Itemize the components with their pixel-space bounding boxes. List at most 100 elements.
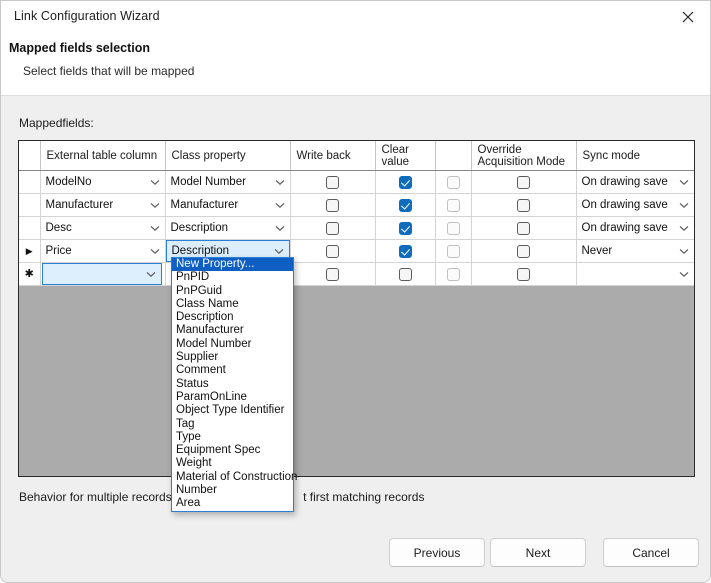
chevron-down-icon[interactable] [145,202,165,209]
clear-value-checkbox[interactable] [398,244,412,258]
cancel-button[interactable]: Cancel [603,538,699,567]
external-table-column-cell[interactable]: Manufacturer [40,193,166,217]
unnamed-checkbox[interactable] [446,175,460,189]
override-acquisition-mode-cell[interactable] [471,262,577,286]
class-property-cell[interactable]: Description [165,216,291,240]
chevron-down-icon[interactable] [270,202,290,209]
chevron-down-icon[interactable] [145,225,165,232]
external-table-column-cell[interactable]: Desc [40,216,166,240]
row-selector-cell[interactable] [19,216,41,240]
class-property-combobox[interactable]: Model Number [166,171,290,193]
class-property-combobox[interactable]: Description [166,217,290,239]
dropdown-option[interactable]: New Property... [172,258,293,272]
row-selector-cell[interactable]: ✱ [19,262,41,286]
column-header-external-table-column[interactable]: External table column [40,141,166,171]
unnamed-checkbox[interactable] [446,221,460,235]
write-back-checkbox[interactable] [326,198,339,212]
column-header-unnamed[interactable] [435,141,472,171]
write-back-checkbox[interactable] [326,221,339,235]
chevron-down-icon[interactable] [141,271,161,278]
chevron-down-icon[interactable] [270,179,290,186]
clear-value-cell[interactable] [375,170,436,194]
override-acquisition-mode-cell[interactable] [471,216,577,240]
sync-mode-cell[interactable]: On drawing save [576,170,694,194]
dropdown-option[interactable]: Comment [172,364,293,377]
write-back-cell[interactable] [290,170,376,194]
clear-value-checkbox[interactable] [398,198,412,212]
sync-mode-cell[interactable]: On drawing save [576,193,694,217]
chevron-down-icon[interactable] [674,271,694,278]
external-table-column-combobox[interactable]: Manufacturer [41,194,165,216]
write-back-checkbox[interactable] [326,175,339,189]
override-acquisition-mode-checkbox[interactable] [517,267,530,281]
class-property-cell[interactable]: Model Number [165,170,291,194]
sync-mode-combobox[interactable]: On drawing save [577,217,694,239]
dropdown-option[interactable]: PnPGuid [172,285,293,298]
external-table-column-cell[interactable]: Price [40,239,166,263]
write-back-cell[interactable] [290,262,376,286]
external-table-column-combobox[interactable]: Desc [41,217,165,239]
chevron-down-icon[interactable] [674,225,694,232]
dropdown-option[interactable]: Supplier [172,351,293,364]
column-header-clear-value[interactable]: Clear value [375,141,436,171]
chevron-down-icon[interactable] [674,202,694,209]
dropdown-option[interactable]: Description [172,311,293,324]
override-acquisition-mode-checkbox[interactable] [517,244,530,258]
column-header-write-back[interactable]: Write back [290,141,376,171]
write-back-cell[interactable] [290,239,376,263]
class-property-combobox[interactable]: Manufacturer [166,194,290,216]
chevron-down-icon[interactable] [270,225,290,232]
dropdown-option[interactable]: Material of Construction [172,471,297,484]
table-row[interactable]: ModelNo Model Number On drawing save [19,170,694,194]
dropdown-option[interactable]: PnPID [172,271,293,284]
dropdown-option[interactable]: Class Name [172,298,293,311]
table-row[interactable]: ✱ [19,262,694,286]
column-header-class-property[interactable]: Class property [165,141,291,171]
sync-mode-combobox[interactable]: On drawing save [577,171,694,193]
dropdown-option[interactable]: Area [172,497,293,510]
sync-mode-combobox[interactable]: Never [577,240,694,262]
write-back-cell[interactable] [290,193,376,217]
clear-value-cell[interactable] [375,239,436,263]
next-button[interactable]: Next [490,538,586,567]
clear-value-cell[interactable] [375,193,436,217]
table-row[interactable]: Desc Description On drawing save [19,216,694,240]
override-acquisition-mode-checkbox[interactable] [517,221,530,235]
class-property-dropdown-popup[interactable]: New Property... PnPID PnPGuid Class Name Des… [171,257,297,512]
dropdown-option[interactable]: Number [172,484,293,497]
dropdown-option[interactable]: Manufacturer [172,324,293,337]
dropdown-option[interactable]: Model Number [172,338,293,351]
row-selector-cell[interactable] [19,170,41,194]
row-selector-cell[interactable]: ▶ [19,239,41,263]
external-table-column-combobox[interactable]: ModelNo [41,171,165,193]
unnamed-cell[interactable] [435,262,472,286]
sync-mode-combobox[interactable]: On drawing save [577,194,694,216]
chevron-down-icon[interactable] [145,248,165,255]
previous-button[interactable]: Previous [389,538,485,567]
override-acquisition-mode-cell[interactable] [471,239,577,263]
chevron-down-icon[interactable] [145,179,165,186]
close-icon[interactable] [665,1,710,32]
override-acquisition-mode-checkbox[interactable] [517,175,530,189]
dropdown-option[interactable]: Equipment Spec [172,444,293,457]
unnamed-cell[interactable] [435,193,472,217]
clear-value-checkbox[interactable] [398,221,412,235]
unnamed-cell[interactable] [435,239,472,263]
unnamed-checkbox[interactable] [446,267,460,281]
chevron-down-icon[interactable] [674,248,694,255]
unnamed-cell[interactable] [435,216,472,240]
chevron-down-icon[interactable] [269,248,289,255]
sync-mode-cell[interactable]: Never [576,239,694,263]
column-header-override-acquisition-mode[interactable]: Override Acquisition Mode [471,141,577,171]
external-table-column-cell[interactable] [40,262,166,286]
column-header-sync-mode[interactable]: Sync mode [576,141,694,171]
write-back-cell[interactable] [290,216,376,240]
write-back-checkbox[interactable] [326,244,339,258]
unnamed-checkbox[interactable] [446,244,460,258]
unnamed-cell[interactable] [435,170,472,194]
sync-mode-cell[interactable] [576,262,694,286]
override-acquisition-mode-cell[interactable] [471,170,577,194]
row-selector-cell[interactable] [19,193,41,217]
clear-value-checkbox[interactable] [398,175,412,189]
table-row[interactable]: ▶ Price Description Never [19,239,694,263]
